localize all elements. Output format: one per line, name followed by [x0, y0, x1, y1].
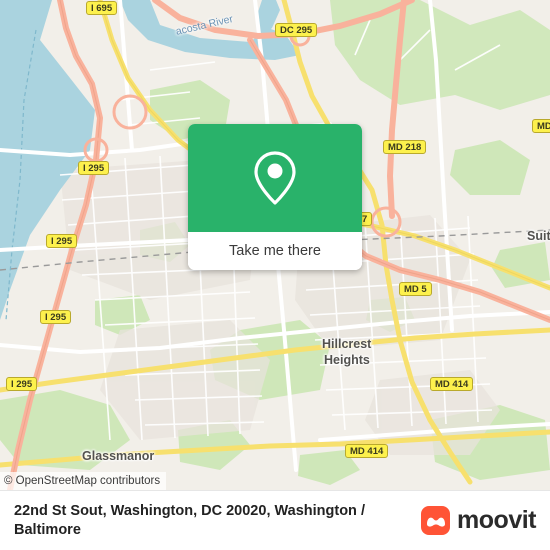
moovit-logo-icon	[421, 506, 451, 535]
moovit-wordmark: moovit	[457, 506, 536, 534]
map-popup-card[interactable]: Take me there	[188, 124, 362, 270]
road-shield: MD 414	[430, 377, 474, 391]
moovit-mark-glyph	[426, 517, 445, 527]
road-shield: I 295	[78, 161, 110, 175]
popup-marker-area	[188, 124, 362, 232]
place-label: Hillcrest	[322, 337, 372, 351]
footer-bar: 22nd St Sout, Washington, DC 20020, Wash…	[0, 490, 550, 550]
road-shield: DC 295	[275, 23, 318, 37]
screenshot-root: I 695 DC 295 I 295 MD 218 MD I 295 7 MD …	[0, 0, 550, 550]
map-attribution[interactable]: © OpenStreetMap contributors	[0, 472, 167, 490]
road-shield: I 295	[40, 310, 72, 324]
road-shield: I 295	[6, 377, 38, 391]
place-label: Suit	[527, 229, 550, 243]
road-shield: I 295	[46, 234, 78, 248]
moovit-brand[interactable]: moovit	[421, 506, 536, 535]
address-title: 22nd St Sout, Washington, DC 20020, Wash…	[14, 502, 365, 538]
road-shield: MD 5	[399, 282, 432, 296]
road-shield: MD	[532, 119, 550, 133]
place-label: Heights	[324, 353, 370, 367]
take-me-there-button[interactable]: Take me there	[188, 232, 362, 270]
road-shield: I 695	[86, 1, 118, 15]
road-shield: MD 218	[383, 140, 427, 154]
road-shield: MD 414	[345, 444, 389, 458]
place-label: Glassmanor	[82, 449, 155, 463]
map-pin-icon	[254, 151, 296, 205]
